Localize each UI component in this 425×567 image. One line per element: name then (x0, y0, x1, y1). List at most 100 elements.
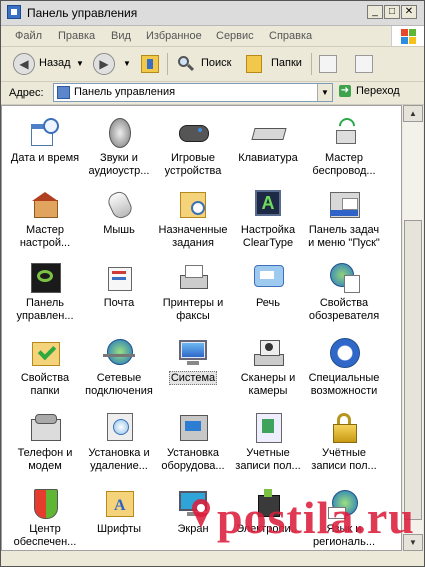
item-label: Мастер настрой... (19, 224, 71, 249)
address-value[interactable]: Панель управления (74, 86, 175, 98)
control-panel-item[interactable]: Центр обеспечен... (7, 487, 83, 549)
menu-view[interactable]: Вид (111, 30, 131, 42)
control-panel-icon (57, 86, 70, 99)
control-panel-item[interactable]: Специальные возможности (306, 336, 382, 398)
mail-icon (103, 261, 135, 293)
item-label: Панель задач и меню "Пуск" (308, 224, 380, 249)
network-globe-icon (103, 336, 135, 368)
printer-icon (177, 261, 209, 293)
windows-logo-icon (391, 26, 424, 46)
control-panel-item[interactable]: Принтеры и факсы (155, 261, 231, 323)
control-panel-item[interactable]: Установка и удаление... (81, 411, 157, 473)
control-panel-item[interactable]: Сканеры и камеры (230, 336, 306, 398)
cleartype-icon: A (252, 188, 284, 220)
scroll-up-icon[interactable]: ▲ (403, 105, 423, 122)
item-label: Дата и время (10, 152, 80, 164)
move-to-icon[interactable] (319, 55, 337, 73)
control-panel-item[interactable]: Свойства папки (7, 336, 83, 398)
accessibility-icon (328, 336, 360, 368)
item-label: Сетевые подключения (85, 372, 153, 397)
item-label: Специальные возможности (308, 372, 380, 397)
control-panel-item[interactable]: Дата и время (7, 116, 83, 165)
control-panel-item[interactable]: Звуки и аудиоустр... (81, 116, 157, 178)
control-panel-item[interactable]: Свойства обозревателя (306, 261, 382, 323)
folder-check-icon (29, 336, 61, 368)
gamepad-icon (177, 116, 209, 148)
address-dropdown-icon[interactable]: ▼ (317, 84, 332, 101)
network-house-icon (29, 188, 61, 220)
address-field[interactable]: Панель управления ▼ (53, 83, 333, 102)
item-label: Настройка ClearType (240, 224, 296, 249)
copy-to-icon[interactable] (355, 55, 373, 73)
control-panel-item[interactable]: Панель управлен... (7, 261, 83, 323)
search-icon[interactable] (177, 55, 195, 73)
item-label: Назначенные задания (158, 224, 228, 249)
control-panel-item[interactable]: A Настройка ClearType (230, 188, 306, 250)
menu-edit[interactable]: Правка (58, 30, 95, 42)
up-folder-icon[interactable] (141, 55, 159, 73)
control-panel-item[interactable]: Система (155, 336, 231, 385)
vertical-scrollbar[interactable]: ▲ ▼ (403, 105, 423, 551)
address-label: Адрес: (9, 87, 44, 99)
go-arrow-icon: ➜ (339, 85, 351, 98)
menu-help[interactable]: Справка (269, 30, 312, 42)
fonts-folder-icon: A (103, 487, 135, 519)
item-label: Мастер беспровод... (312, 152, 376, 177)
watermark-pin-icon (192, 499, 210, 528)
control-panel-item[interactable]: Клавиатура (230, 116, 306, 165)
menu-file[interactable]: Файл (15, 30, 42, 42)
control-panel-item[interactable]: Телефон и модем (7, 411, 83, 473)
control-panel-item[interactable]: A Шрифты (81, 487, 157, 536)
control-panel-item[interactable]: Речь (230, 261, 306, 310)
icon-view: Дата и время Звуки и аудиоустр... Игровые … (1, 105, 402, 551)
keyboard-icon (251, 116, 287, 148)
menu-tools[interactable]: Сервис (216, 30, 254, 42)
forward-dropdown-icon[interactable]: ▼ (123, 59, 131, 68)
back-arrow-icon[interactable]: ◀ (13, 53, 35, 75)
control-panel-item[interactable]: Игровые устройства (155, 116, 231, 178)
control-panel-item[interactable]: Сетевые подключения (81, 336, 157, 398)
maximize-button[interactable]: □ (384, 5, 400, 19)
scroll-thumb[interactable] (404, 220, 422, 520)
item-label: Учётные записи пол... (311, 447, 377, 472)
title-bar[interactable]: Панель управления _ □ ✕ (1, 1, 424, 26)
control-panel-item[interactable]: Учётные записи пол... (306, 411, 382, 473)
control-panel-item[interactable]: Мастер беспровод... (306, 114, 382, 178)
control-panel-item[interactable]: Панель задач и меню "Пуск" (306, 188, 382, 250)
status-bar (1, 551, 424, 566)
toolbar-separator (311, 53, 312, 75)
item-label: Телефон и модем (17, 447, 73, 472)
back-dropdown-icon[interactable]: ▼ (76, 59, 84, 68)
go-button[interactable]: ➜ Переход (339, 85, 400, 98)
mouse-icon (103, 188, 135, 222)
address-bar: Адрес: Панель управления ▼ ➜ Переход (1, 82, 424, 105)
close-button[interactable]: ✕ (401, 5, 417, 19)
item-label: Сканеры и камеры (240, 372, 296, 397)
folders-label[interactable]: Папки (271, 57, 302, 69)
window: Панель управления _ □ ✕ Файл Правка Вид … (0, 0, 425, 567)
control-panel-item[interactable]: Мышь (81, 188, 157, 237)
control-panel-item[interactable]: Учетные записи пол... (230, 411, 306, 473)
item-label: Установка и удаление... (88, 447, 150, 472)
calendar-clock-icon (29, 116, 61, 148)
menu-favorites[interactable]: Избранное (146, 30, 202, 42)
back-label[interactable]: Назад (39, 57, 71, 69)
wireless-icon (328, 114, 360, 148)
nvidia-icon (29, 261, 61, 293)
control-panel-item[interactable]: Назначенные задания (155, 188, 231, 250)
control-panel-item[interactable]: Мастер настрой... (7, 188, 83, 250)
control-panel-item[interactable]: Почта (81, 261, 157, 310)
minimize-button[interactable]: _ (367, 5, 383, 19)
item-label: Свойства папки (20, 372, 70, 397)
folders-icon[interactable] (246, 55, 262, 73)
security-shield-icon (29, 487, 61, 519)
menu-bar: Файл Правка Вид Избранное Сервис Справка (1, 26, 424, 47)
search-label[interactable]: Поиск (201, 57, 231, 69)
item-label: Звуки и аудиоустр... (88, 152, 150, 177)
toolbar-separator (167, 53, 168, 75)
item-label: Шрифты (96, 523, 142, 535)
control-panel-item[interactable]: Установка оборудова... (155, 411, 231, 473)
item-label: Панель управлен... (16, 297, 74, 322)
speech-icon (252, 261, 284, 293)
forward-arrow-icon[interactable]: ▶ (93, 53, 115, 75)
